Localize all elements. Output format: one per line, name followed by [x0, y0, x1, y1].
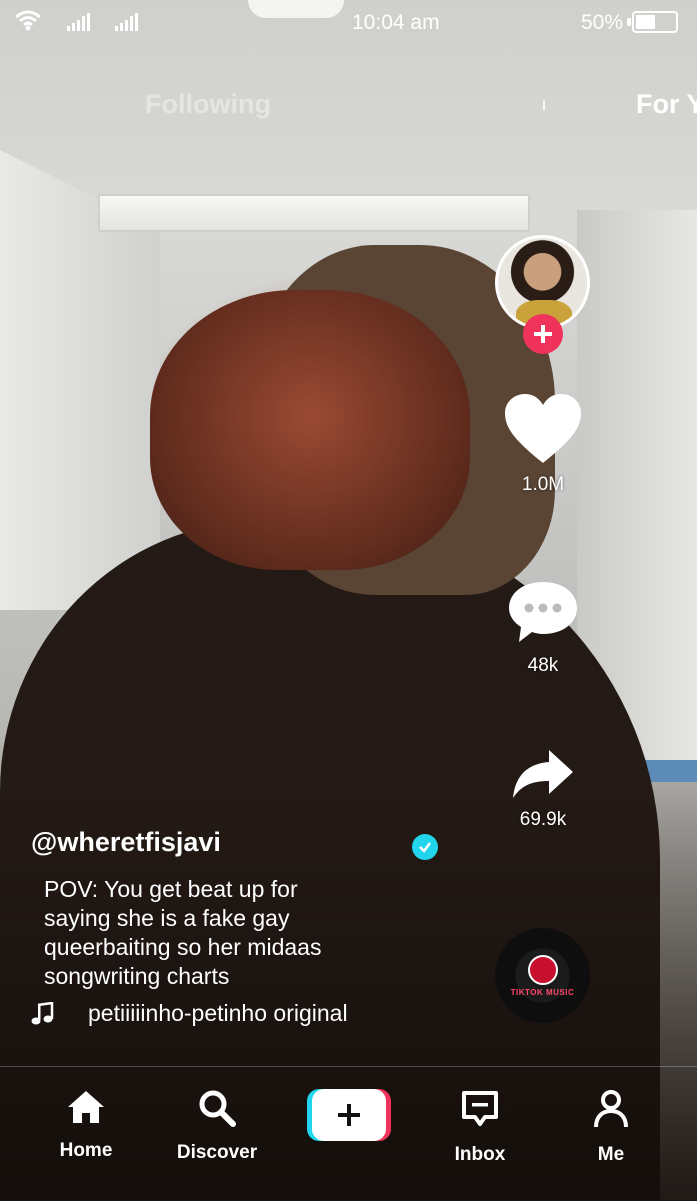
person-face: [150, 290, 470, 570]
heart-icon: [505, 394, 581, 463]
follow-button[interactable]: [523, 314, 563, 354]
nav-me[interactable]: Me: [556, 1089, 666, 1166]
disc-logo: [527, 954, 558, 985]
comment-icon: [509, 582, 577, 642]
username[interactable]: @wheretfisjavi: [31, 827, 221, 858]
disc-brand: TIKTOK MUSIC: [510, 987, 575, 997]
create-button[interactable]: [307, 1089, 391, 1141]
music-disc[interactable]: TIKTOK MUSIC: [495, 928, 590, 1023]
battery-icon: [627, 11, 678, 33]
nav-inbox-label: Inbox: [454, 1144, 506, 1165]
wifi-icon: [14, 9, 42, 37]
nav-discover-label: Discover: [176, 1142, 258, 1163]
bottom-nav: Home Discover Inbox Me: [0, 1066, 697, 1201]
post-caption: POV: You get beat up for saying she is a…: [44, 875, 384, 991]
nav-inbox[interactable]: Inbox: [425, 1089, 535, 1166]
signal-icon-2: [114, 12, 140, 38]
signal-icon: [66, 12, 92, 38]
comment-count: 48k: [527, 655, 559, 676]
nav-me-label: Me: [597, 1144, 625, 1165]
share-icon: [513, 750, 573, 798]
ceiling-light: [98, 194, 530, 232]
nav-home-label: Home: [59, 1140, 113, 1161]
share-count: 69.9k: [519, 809, 567, 830]
status-bar: 10:04 am 50%: [0, 0, 697, 44]
music-note-icon: [30, 1001, 54, 1031]
nav-home[interactable]: Home: [31, 1089, 141, 1162]
like-count: 1.0M: [521, 474, 565, 495]
plus-icon: [338, 1104, 360, 1126]
caption-line: queerbaiting so her midaas: [44, 934, 322, 960]
search-icon: [199, 1090, 236, 1127]
verified-icon: [412, 834, 438, 860]
profile-icon: [594, 1090, 628, 1128]
caption-line: saying she is a fake gay: [44, 905, 290, 931]
nav-discover[interactable]: Discover: [162, 1089, 272, 1164]
caption-line: songwriting charts: [44, 963, 230, 989]
like-button[interactable]: 1.0M: [500, 393, 586, 496]
plus-icon: [534, 325, 552, 343]
home-icon: [68, 1091, 104, 1123]
sound-name[interactable]: petiiiiinho-petinho original: [88, 1000, 348, 1027]
tab-for-you[interactable]: For Y: [636, 89, 697, 120]
comment-button[interactable]: 48k: [500, 578, 586, 677]
share-button[interactable]: 69.9k: [500, 748, 586, 831]
tab-following[interactable]: Following: [145, 89, 271, 120]
tab-divider: [543, 100, 545, 110]
inbox-icon: [462, 1091, 498, 1126]
caption-line: POV: You get beat up for: [44, 876, 298, 902]
status-time: 10:04 am: [352, 11, 440, 34]
battery-percent: 50%: [581, 11, 624, 34]
